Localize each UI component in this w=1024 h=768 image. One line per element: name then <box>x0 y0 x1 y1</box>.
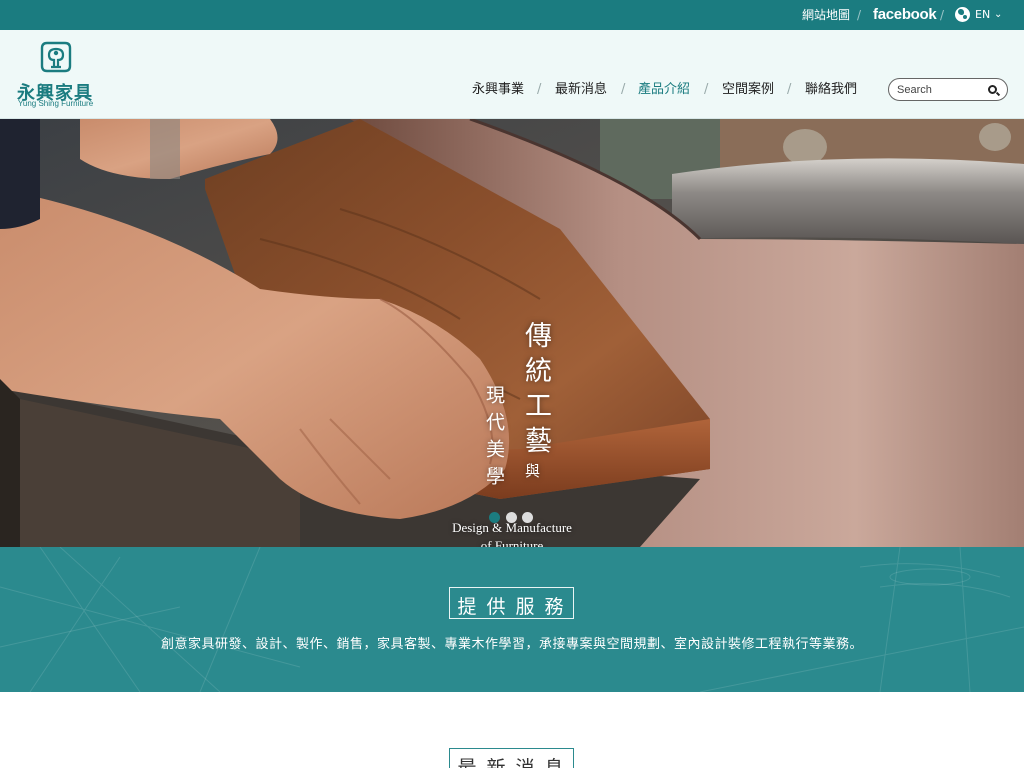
logo-name-en: Yung Shing Furniture <box>18 99 94 108</box>
carousel-dot-1[interactable] <box>489 512 500 523</box>
nav-item-about[interactable]: 永興事業 <box>472 81 524 99</box>
top-utility-bar: 網站地圖 / facebook / EN ⌄ <box>0 0 1024 30</box>
sitemap-link[interactable]: 網站地圖 <box>802 0 850 30</box>
services-title: 提供服務 <box>457 596 574 618</box>
hero-connector: 與 <box>523 463 541 478</box>
nav-separator: / <box>787 82 792 97</box>
news-title: 最新消息 <box>457 757 574 768</box>
search-icon[interactable] <box>988 85 997 94</box>
hero-subheadline: 現代美學 <box>483 385 505 493</box>
topbar-separator: / <box>940 8 945 22</box>
nav-item-news[interactable]: 最新消息 <box>555 81 607 99</box>
services-title-box: 提供服務 <box>449 587 574 619</box>
site-header: 永興家具 Yung Shing Furniture 永興事業 / 最新消息 / … <box>0 30 1024 119</box>
services-description: 創意家具研發、設計、製作、銷售，家具客製、專業木作學習，承接專案與空間規劃、室內… <box>160 637 863 652</box>
services-background-sketch <box>0 547 1024 692</box>
nav-separator: / <box>704 82 709 97</box>
carousel-dot-3[interactable] <box>522 512 533 523</box>
nav-item-products[interactable]: 產品介紹 <box>638 81 690 99</box>
hero-carousel: 傳統工藝 現代美學 與 Design & Manufacture of Furn… <box>0 119 1024 547</box>
nav-item-cases[interactable]: 空間案例 <box>722 81 774 99</box>
search-input[interactable] <box>897 82 983 97</box>
nav-item-contact[interactable]: 聯絡我們 <box>805 81 857 99</box>
facebook-link[interactable]: facebook <box>873 0 937 30</box>
language-selector[interactable]: EN <box>975 0 990 30</box>
hero-english-line2: of Furniture <box>480 538 544 547</box>
nav-separator: / <box>537 82 542 97</box>
logo-mark-icon <box>40 41 72 73</box>
nav-separator: / <box>621 82 626 97</box>
search-box <box>888 78 1008 101</box>
globe-icon[interactable] <box>955 7 970 22</box>
hero-image <box>0 119 1024 547</box>
news-title-box: 最新消息 <box>449 748 574 768</box>
services-section: 提供服務 創意家具研發、設計、製作、銷售，家具客製、專業木作學習，承接專案與空間… <box>0 547 1024 692</box>
chevron-down-icon[interactable]: ⌄ <box>994 0 1002 30</box>
hero-english-caption: Design & Manufacture of Furniture <box>436 519 588 547</box>
hero-headline: 傳統工藝 <box>520 321 551 461</box>
carousel-dot-2[interactable] <box>506 512 517 523</box>
topbar-separator: / <box>857 8 862 22</box>
